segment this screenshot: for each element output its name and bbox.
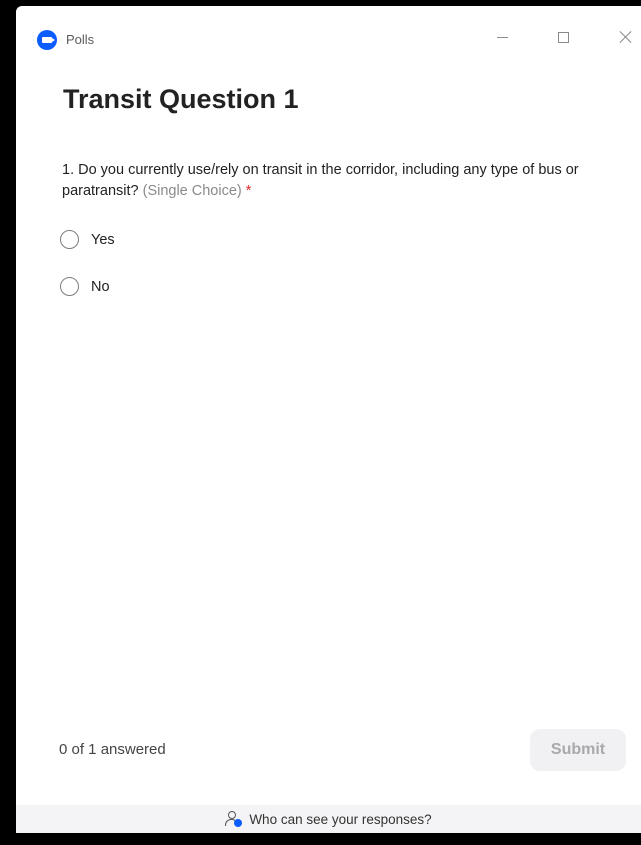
poll-title: Transit Question 1 (63, 84, 299, 114)
required-marker: * (245, 183, 252, 199)
question-type-label: (Single Choice) (142, 183, 242, 199)
option-label-no: No (91, 278, 110, 295)
window-title: Polls (66, 32, 95, 47)
person-visibility-icon (225, 811, 243, 827)
close-button[interactable] (606, 20, 641, 54)
answered-count: 0 of 1 answered (59, 741, 166, 758)
maximize-icon (557, 31, 569, 43)
zoom-logo-icon (37, 30, 57, 50)
close-icon (619, 30, 633, 44)
question-text-block: 1. Do you currently use/rely on transit … (62, 160, 622, 202)
option-label-yes: Yes (91, 231, 115, 248)
submit-button[interactable]: Submit (530, 729, 626, 771)
minimize-button[interactable] (482, 20, 522, 54)
question-text: 1. Do you currently use/rely on transit … (62, 162, 579, 199)
privacy-info-text: Who can see your responses? (249, 811, 432, 827)
minimize-icon (496, 36, 508, 38)
maximize-button[interactable] (543, 20, 583, 54)
radio-button-yes[interactable] (60, 230, 79, 249)
polls-window: Polls Transit Question 1 1. Do you curre… (16, 6, 641, 833)
option-no[interactable]: No (60, 277, 110, 296)
privacy-info-link[interactable]: Who can see your responses? (16, 805, 641, 833)
radio-button-no[interactable] (60, 277, 79, 296)
option-yes[interactable]: Yes (60, 230, 115, 249)
